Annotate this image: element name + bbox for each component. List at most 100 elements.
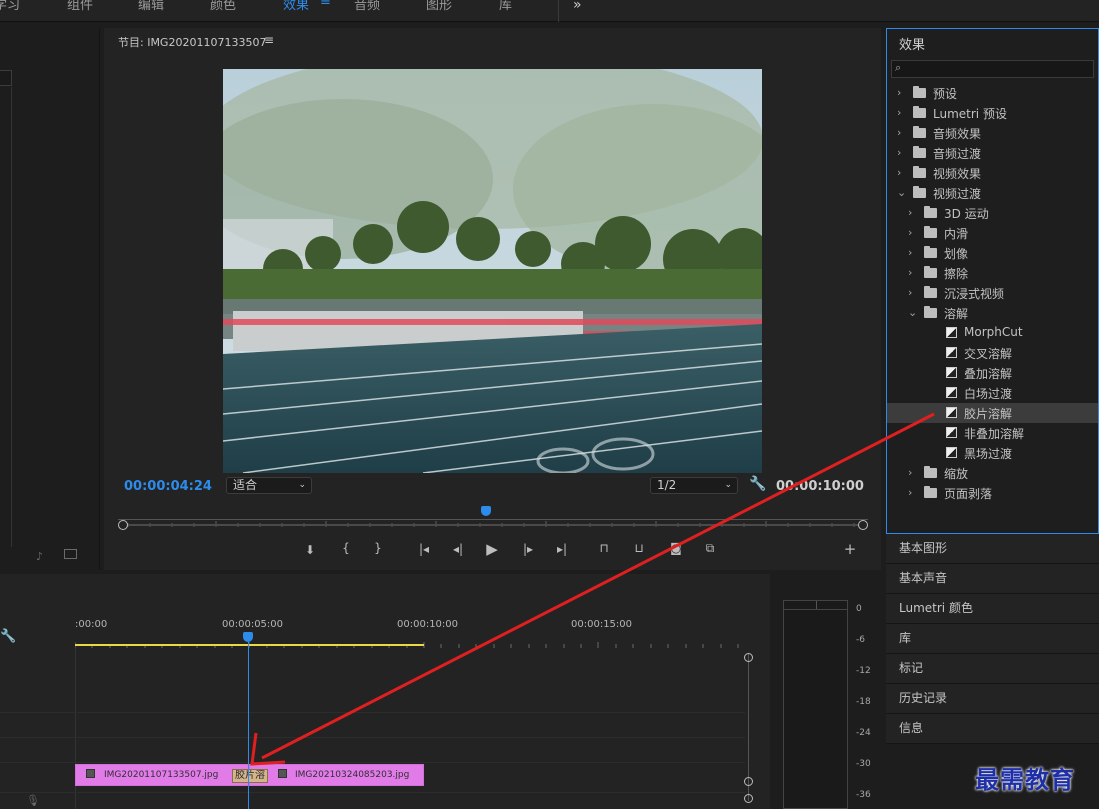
playback-resolution-select[interactable]: 1/2 ⌄ [650, 477, 738, 494]
workspace-menu-icon[interactable]: ≡ [320, 0, 331, 9]
panel-tab-item[interactable]: Lumetri 颜色 [886, 594, 1099, 624]
workspace-tab-assembly[interactable]: 组件 [67, 0, 93, 13]
program-monitor-title[interactable]: 节目: IMG20201107133507 [118, 34, 266, 50]
video-clip-2[interactable]: IMG20210324085203.jpg [249, 764, 424, 786]
preset-folder-icon [913, 86, 926, 98]
effects-tree-item[interactable]: ⌄ 溶解 [887, 303, 1098, 323]
out-point-handle[interactable] [858, 520, 868, 530]
chevron-right-icon[interactable]: › [897, 106, 901, 119]
automate-icon[interactable]: ♪ [36, 550, 43, 563]
chevron-right-icon[interactable]: › [908, 206, 912, 219]
effects-tree-item[interactable]: › 划像 [887, 243, 1098, 263]
effects-search-input[interactable]: ⌕ [891, 60, 1094, 78]
export-frame-icon[interactable]: ◙ [666, 541, 686, 555]
panel-tab-item[interactable]: 标记 [886, 654, 1099, 684]
video-clip-1[interactable]: IMG20201107133507.jpg [75, 764, 249, 786]
current-timecode[interactable]: 00:00:04:24 [124, 479, 212, 494]
chevron-right-icon[interactable]: › [908, 226, 912, 239]
panel-tab-item[interactable]: 库 [886, 624, 1099, 654]
more-workspaces-icon[interactable]: » [573, 0, 582, 13]
effects-tree-label: 叠加溶解 [964, 367, 1013, 381]
transition-icon [946, 387, 957, 398]
effects-tree-item[interactable]: › 页面剥落 [887, 483, 1098, 503]
workspace-tab-graphics[interactable]: 图形 [426, 0, 452, 13]
panel-tab-item[interactable]: 基本图形 [886, 534, 1099, 564]
effects-tree-label: 非叠加溶解 [964, 427, 1025, 441]
effects-tree-item[interactable]: ⌄ 视频过渡 [887, 183, 1098, 203]
effects-tree-item[interactable]: › Lumetri 预设 [887, 103, 1098, 123]
chevron-right-icon[interactable]: › [897, 86, 901, 99]
folder-icon [924, 466, 937, 478]
chevron-right-icon[interactable]: › [908, 286, 912, 299]
comparison-view-icon[interactable]: ⧉ [700, 541, 720, 556]
mark-in-icon[interactable]: { [336, 541, 356, 555]
in-point-handle[interactable] [118, 520, 128, 530]
effects-tree-item[interactable]: 白场过渡 [887, 383, 1098, 403]
duration-timecode: 00:00:10:00 [776, 479, 864, 494]
effects-tree-item[interactable]: 交叉溶解 [887, 343, 1098, 363]
effects-tree-item[interactable]: › 音频过渡 [887, 143, 1098, 163]
chevron-right-icon[interactable]: › [897, 126, 901, 139]
chevron-right-icon[interactable]: › [897, 146, 901, 159]
zoom-level-select[interactable]: 适合 ⌄ [226, 477, 312, 494]
chevron-down-icon[interactable]: ⌄ [908, 306, 917, 319]
playhead-handle[interactable] [480, 506, 491, 516]
panel-tab[interactable] [0, 70, 12, 86]
effects-tree-item[interactable]: › 预设 [887, 83, 1098, 103]
effects-tree-item[interactable]: MorphCut [887, 323, 1098, 343]
panel-menu-icon[interactable]: ≡ [264, 33, 274, 47]
scrub-bar[interactable] [118, 520, 868, 530]
effects-tree-item[interactable]: › 擦除 [887, 263, 1098, 283]
microphone-icon[interactable]: 🎙 [26, 794, 40, 807]
transition-block[interactable]: 胶片溶 [232, 769, 268, 783]
effects-tree-item[interactable]: › 3D 运动 [887, 203, 1098, 223]
chevron-right-icon[interactable]: › [908, 486, 912, 499]
workspace-tab-editing[interactable]: 编辑 [138, 0, 164, 13]
panel-tab-item[interactable]: 历史记录 [886, 684, 1099, 714]
scrollbar-handle-top[interactable] [744, 653, 753, 662]
effects-tree-item[interactable]: 非叠加溶解 [887, 423, 1098, 443]
chevron-right-icon[interactable]: › [908, 466, 912, 479]
workspace-tab-learn[interactable]: 学习 [0, 0, 20, 13]
go-to-out-icon[interactable]: ▸| [552, 542, 572, 556]
add-button-icon[interactable]: + [840, 540, 860, 558]
track-divider [0, 712, 745, 713]
add-marker-icon[interactable]: ⬇ [300, 543, 320, 557]
play-icon[interactable]: ▶ [482, 540, 502, 558]
new-item-icon[interactable] [64, 549, 77, 559]
wrench-icon[interactable]: 🔧 [749, 476, 766, 492]
effects-tree-item[interactable]: › 音频效果 [887, 123, 1098, 143]
effects-tree-item[interactable]: › 内滑 [887, 223, 1098, 243]
lift-icon[interactable]: ⊓ [594, 541, 614, 555]
folder-icon [924, 286, 937, 298]
workspace-tab-audio[interactable]: 音频 [354, 0, 380, 13]
panel-tab-item[interactable]: 基本声音 [886, 564, 1099, 594]
scrollbar-handle-bottom[interactable] [744, 777, 753, 786]
effects-tree-item[interactable]: 叠加溶解 [887, 363, 1098, 383]
chevron-right-icon[interactable]: › [897, 166, 901, 179]
time-ruler[interactable] [118, 512, 868, 527]
chevron-right-icon[interactable]: › [908, 246, 912, 259]
effects-tree-item[interactable]: › 沉浸式视频 [887, 283, 1098, 303]
step-back-icon[interactable]: ◂| [448, 542, 468, 556]
wrench-icon[interactable]: 🔧 [0, 629, 16, 644]
workspace-tab-effects[interactable]: 效果 [283, 0, 309, 13]
effects-tree-item[interactable]: 胶片溶解 [887, 403, 1098, 423]
effects-tree-item[interactable]: › 缩放 [887, 463, 1098, 483]
effects-tree-item[interactable]: › 视频效果 [887, 163, 1098, 183]
effects-panel-title[interactable]: 效果 [899, 34, 925, 53]
effects-tree-label: 擦除 [944, 267, 969, 281]
workspace-tab-libraries[interactable]: 库 [499, 0, 512, 13]
go-to-in-icon[interactable]: |◂ [414, 542, 434, 556]
horizontal-scroll-handle[interactable] [744, 794, 753, 803]
chevron-down-icon[interactable]: ⌄ [897, 186, 906, 199]
step-forward-icon[interactable]: |▸ [518, 542, 538, 556]
extract-icon[interactable]: ⊔ [629, 541, 649, 555]
meter-scale-label: -30 [856, 759, 871, 769]
work-area-bar[interactable] [75, 644, 424, 646]
chevron-right-icon[interactable]: › [908, 266, 912, 279]
panel-tab-item[interactable]: 信息 [886, 714, 1099, 744]
workspace-tab-color[interactable]: 颜色 [210, 0, 236, 13]
effects-tree-item[interactable]: 黑场过渡 [887, 443, 1098, 463]
mark-out-icon[interactable]: } [368, 541, 388, 555]
